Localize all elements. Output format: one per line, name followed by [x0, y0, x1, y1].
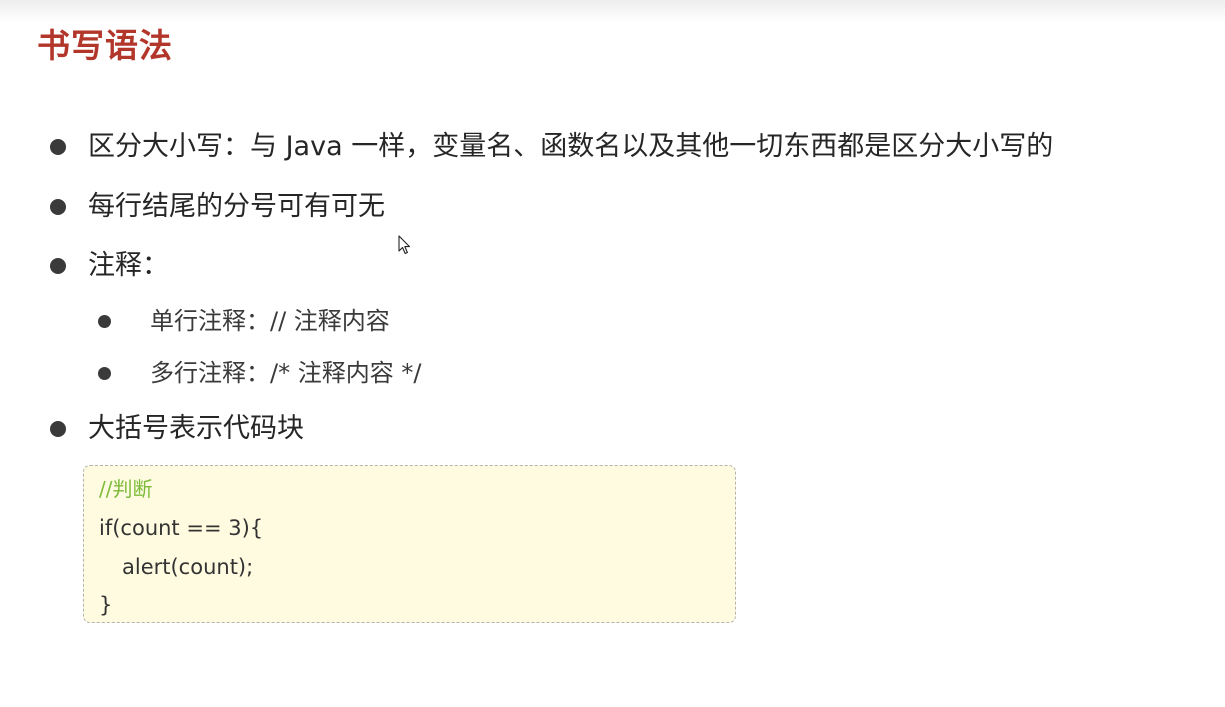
- sub-bullet-text: 多行注释：/* 注释内容 */: [150, 359, 422, 387]
- bullet-text: 每行结尾的分号可有可无: [88, 191, 385, 222]
- bullet-dot-icon: [50, 139, 66, 155]
- code-line-alert: alert(count);: [122, 555, 254, 579]
- bullet-text: 区分大小写：与 Java 一样，变量名、函数名以及其他一切东西都是区分大小写的: [88, 131, 1054, 162]
- code-comment-line: //判断: [99, 477, 153, 501]
- mouse-pointer-icon: [398, 235, 411, 255]
- code-line-if: if(count == 3){: [99, 516, 264, 540]
- bullet-comments: 注释：: [50, 248, 169, 284]
- sub-bullet-dot-icon: [98, 314, 111, 328]
- top-shadow: [0, 0, 1225, 22]
- sub-bullet-multi-line-comment: 多行注释：/* 注释内容 */: [98, 357, 421, 389]
- bullet-dot-icon: [50, 199, 66, 215]
- bullet-semicolon: 每行结尾的分号可有可无: [50, 189, 385, 225]
- sub-bullet-single-line-comment: 单行注释：// 注释内容: [98, 305, 390, 337]
- sub-bullet-dot-icon: [98, 366, 111, 380]
- sub-bullet-text: 单行注释：// 注释内容: [150, 307, 390, 335]
- bullet-text: 注释：: [88, 250, 169, 281]
- bullet-dot-icon: [50, 258, 66, 274]
- code-example-box: //判断 if(count == 3){ alert(count); }: [83, 465, 736, 623]
- bullet-case-sensitive: 区分大小写：与 Java 一样，变量名、函数名以及其他一切东西都是区分大小写的: [50, 129, 1053, 165]
- bullet-text: 大括号表示代码块: [88, 413, 304, 444]
- slide-title: 书写语法: [37, 26, 173, 65]
- bullet-code-block: 大括号表示代码块: [50, 411, 304, 447]
- code-line-close-brace: }: [99, 593, 113, 617]
- bullet-dot-icon: [50, 421, 66, 437]
